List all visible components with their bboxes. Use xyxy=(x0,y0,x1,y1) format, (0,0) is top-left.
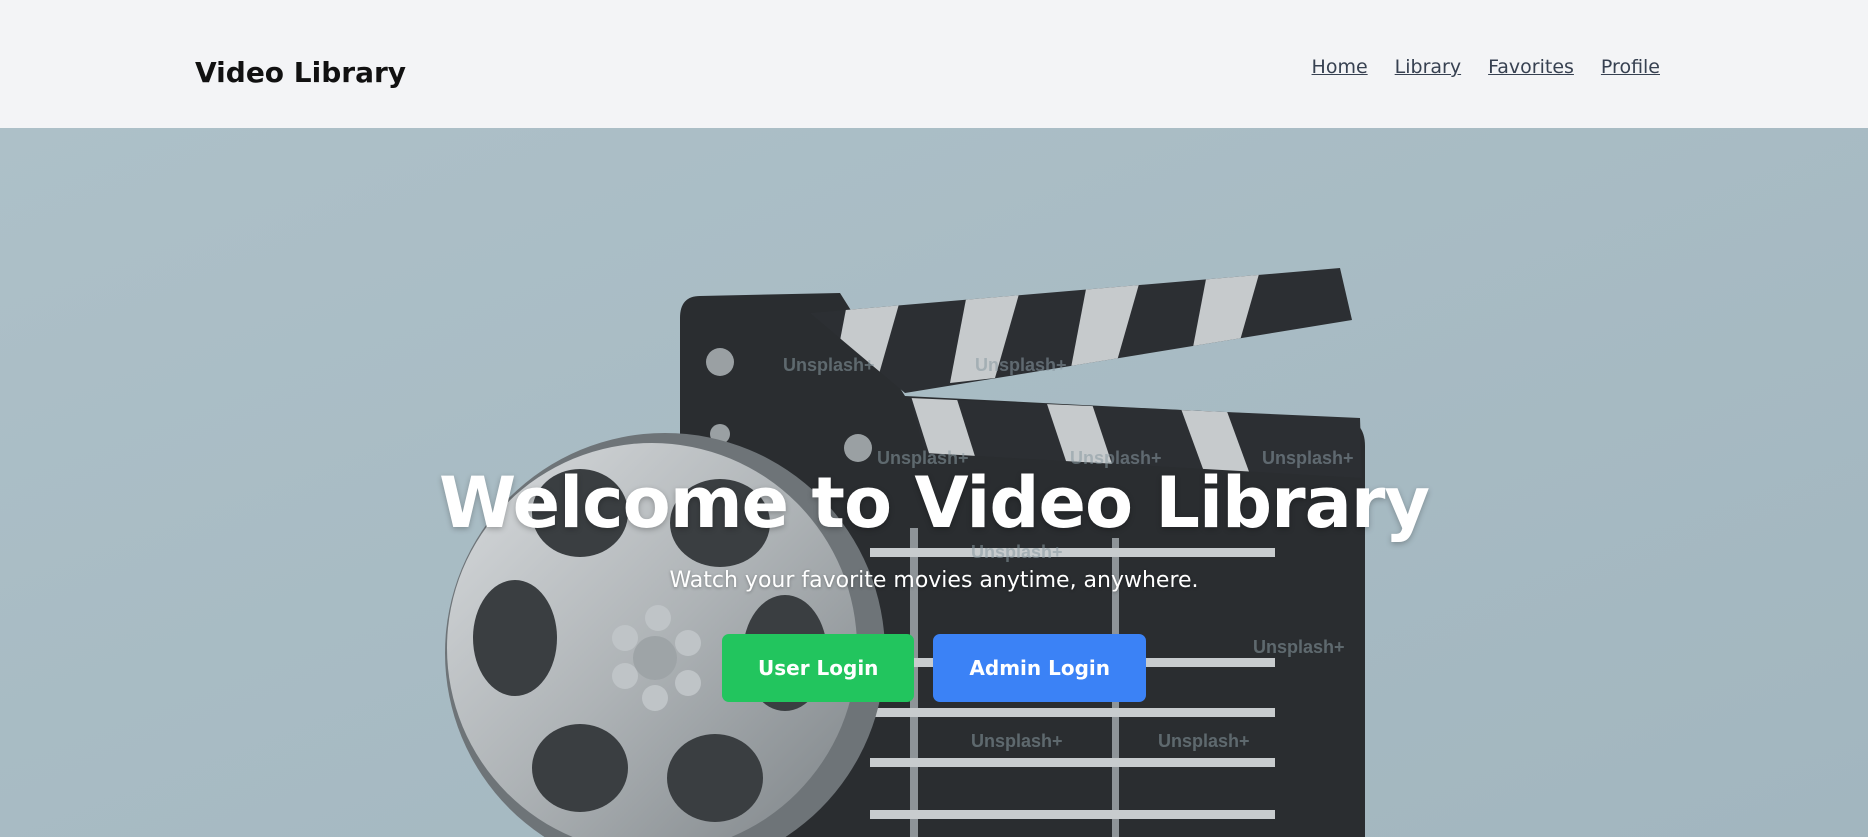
login-buttons: User Login Admin Login xyxy=(0,634,1868,702)
hero-title: Welcome to Video Library xyxy=(438,462,1430,544)
nav-link-favorites[interactable]: Favorites xyxy=(1488,56,1574,78)
user-login-button[interactable]: User Login xyxy=(721,634,915,702)
nav-link-profile[interactable]: Profile xyxy=(1601,56,1660,78)
main-nav: Home Library Favorites Profile xyxy=(1312,56,1660,78)
hero-subtitle: Watch your favorite movies anytime, anyw… xyxy=(669,568,1199,593)
site-header: Video Library Home Library Favorites Pro… xyxy=(0,0,1868,128)
nav-link-library[interactable]: Library xyxy=(1395,56,1461,78)
watermark-text: Unsplash+ xyxy=(1158,731,1250,751)
nav-link-home[interactable]: Home xyxy=(1312,56,1368,78)
hero-section: Unsplash+ Unsplash+ Unsplash+ Unsplash+ … xyxy=(0,128,1868,837)
watermark-text: Unsplash+ xyxy=(971,731,1063,751)
watermark-text: Unsplash+ xyxy=(975,355,1067,375)
watermark-text: Unsplash+ xyxy=(783,355,875,375)
admin-login-button[interactable]: Admin Login xyxy=(933,634,1147,702)
brand-title[interactable]: Video Library xyxy=(195,56,406,89)
watermark-text: Unsplash+ xyxy=(971,542,1063,562)
